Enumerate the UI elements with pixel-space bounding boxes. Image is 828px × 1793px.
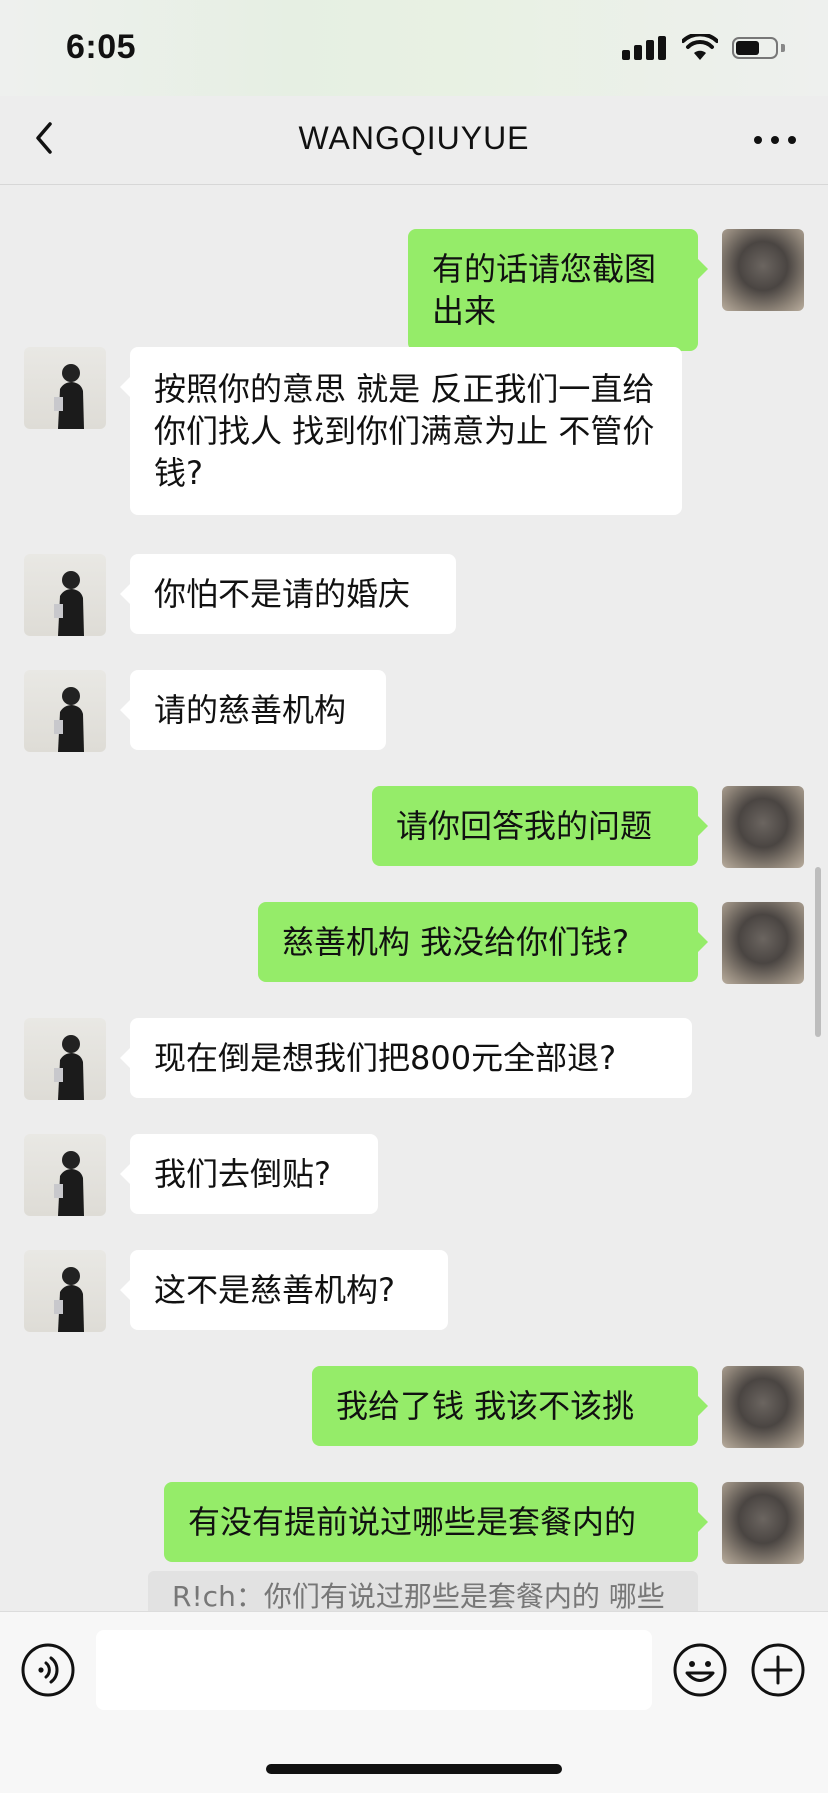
sent-bubble[interactable]: 有没有提前说过哪些是套餐内的	[164, 1482, 708, 1562]
battery-cap	[781, 44, 785, 52]
received-bubble[interactable]: 现在倒是想我们把800元全部退?	[120, 1018, 692, 1098]
wifi-icon	[682, 34, 718, 60]
received-bubble[interactable]: 你怕不是请的婚庆	[120, 554, 456, 634]
person-silhouette	[54, 687, 84, 752]
emoji-icon[interactable]	[672, 1642, 728, 1698]
sent-bubble[interactable]: 请你回答我的问题	[372, 786, 708, 866]
sent-bubble[interactable]: 我给了钱 我该不该挑	[312, 1366, 708, 1446]
person-silhouette	[54, 364, 84, 429]
status-icons	[622, 34, 792, 64]
battery-icon	[732, 37, 778, 59]
voice-icon[interactable]	[20, 1642, 76, 1698]
quoted-reply[interactable]: R!ch：你们有说过那些是套餐内的 哪些	[148, 1571, 698, 1611]
received-bubble[interactable]: 按照你的意思 就是 反正我们一直给你们找人 找到你们满意为止 不管价钱?	[120, 347, 682, 515]
person-silhouette	[54, 1151, 84, 1216]
avatar[interactable]	[24, 347, 106, 429]
chat-area[interactable]: 有的话请您截图出来 按照你的意思 就是 反正我们一直给你们找人 找到你们满意为止…	[0, 185, 828, 1611]
chat-title: WANGQIUYUE	[298, 120, 530, 156]
avatar[interactable]	[722, 229, 804, 311]
avatar[interactable]	[24, 1018, 106, 1100]
plus-icon[interactable]	[750, 1642, 806, 1698]
avatar[interactable]	[722, 902, 804, 984]
person-silhouette	[54, 1035, 84, 1100]
nav-bar: WANGQIUYUE	[0, 96, 828, 185]
avatar[interactable]	[24, 554, 106, 636]
status-time: 6:05	[66, 28, 137, 66]
battery-level	[736, 41, 759, 55]
status-bar: 6:05	[0, 0, 828, 96]
scrollbar[interactable]	[815, 867, 821, 1037]
person-silhouette	[54, 571, 84, 636]
avatar[interactable]	[24, 1134, 106, 1216]
person-silhouette	[54, 1267, 84, 1332]
avatar[interactable]	[722, 1482, 804, 1564]
received-bubble[interactable]: 这不是慈善机构?	[120, 1250, 448, 1330]
avatar[interactable]	[722, 786, 804, 868]
quoted-reply-text: R!ch：你们有说过那些是套餐内的 哪些	[172, 1580, 665, 1611]
avatar[interactable]	[722, 1366, 804, 1448]
home-indicator[interactable]	[266, 1764, 562, 1774]
avatar[interactable]	[24, 670, 106, 752]
received-bubble[interactable]: 我们去倒贴?	[120, 1134, 378, 1214]
message-input[interactable]	[96, 1630, 652, 1710]
received-bubble[interactable]: 请的慈善机构	[120, 670, 386, 750]
sent-bubble[interactable]: 有的话请您截图出来	[408, 229, 708, 351]
cellular-signal-icon	[622, 36, 670, 60]
avatar[interactable]	[24, 1250, 106, 1332]
ellipsis-icon[interactable]	[752, 122, 798, 158]
sent-bubble[interactable]: 慈善机构 我没给你们钱?	[258, 902, 708, 982]
